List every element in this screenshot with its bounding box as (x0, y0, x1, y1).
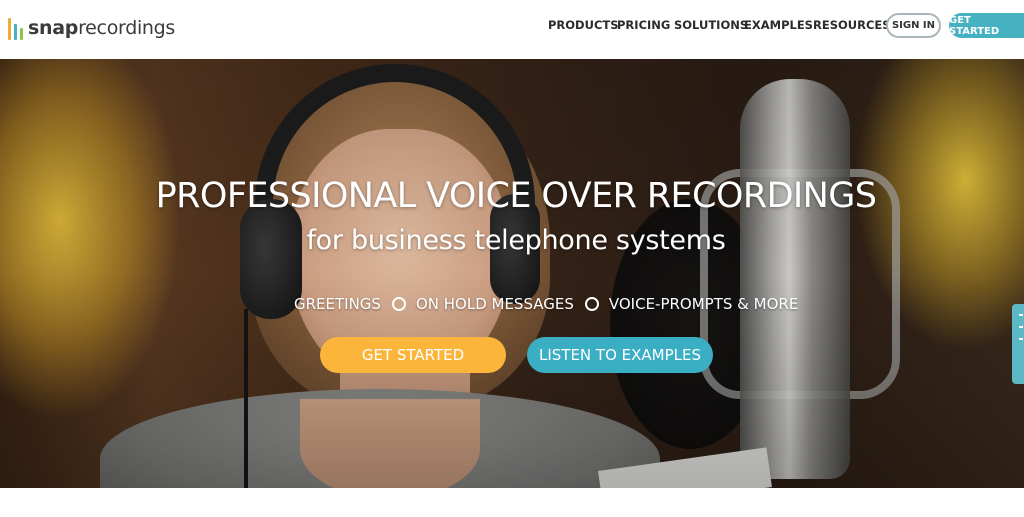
nav-products[interactable]: PRODUCTS (548, 18, 619, 32)
hero-subtitle: for business telephone systems (306, 225, 726, 256)
nav-pricing[interactable]: PRICING (617, 18, 670, 32)
nav-resources[interactable]: RESOURCES (813, 18, 891, 32)
feature-on-hold: ON HOLD MESSAGES (415, 295, 574, 313)
header-get-started-button[interactable]: GET STARTED (949, 13, 1024, 38)
hero-banner: PROFESSIONAL VOICE OVER RECORDINGS for b… (0, 59, 1024, 488)
side-tab-icon (1019, 338, 1023, 340)
nav-solutions[interactable]: SOLUTIONS (674, 18, 748, 32)
side-feedback-tab[interactable] (1012, 304, 1024, 384)
side-tab-icon (1019, 314, 1023, 316)
hero-get-started-button[interactable]: GET STARTED (320, 337, 506, 373)
logo-bars-icon (8, 16, 23, 40)
logo-text: snaprecordings (28, 17, 176, 39)
sign-in-button[interactable]: SIGN IN (886, 13, 941, 38)
feature-voice-prompts: VOICE-PROMPTS & MORE (608, 295, 799, 313)
site-header: snaprecordings PRODUCTS PRICING SOLUTION… (0, 0, 1024, 59)
hero-title: PROFESSIONAL VOICE OVER RECORDINGS (155, 176, 877, 216)
circle-separator-icon (391, 297, 406, 311)
feature-list: GREETINGS ON HOLD MESSAGES VOICE-PROMPTS… (294, 295, 798, 313)
listen-to-examples-button[interactable]: LISTEN TO EXAMPLES (527, 337, 713, 373)
logo[interactable]: snaprecordings (8, 14, 175, 42)
page-below-hero (0, 488, 1024, 517)
feature-greetings: GREETINGS (294, 295, 381, 313)
hero-content: PROFESSIONAL VOICE OVER RECORDINGS for b… (0, 59, 1024, 488)
side-tab-icon (1019, 326, 1023, 328)
nav-examples[interactable]: EXAMPLES (744, 18, 813, 32)
circle-separator-icon (584, 297, 599, 311)
